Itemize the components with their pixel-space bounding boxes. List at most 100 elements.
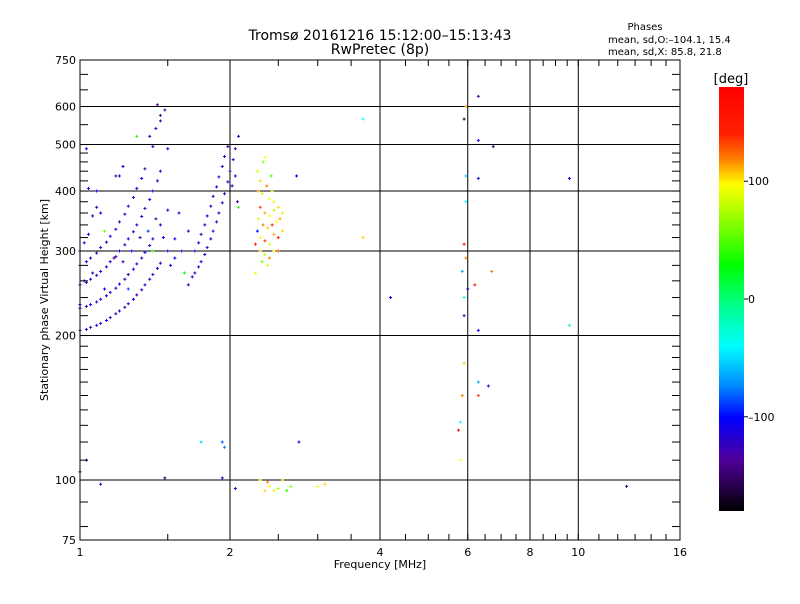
- data-point: [476, 394, 480, 398]
- data-point: [233, 147, 237, 151]
- x-tick-label: 2: [227, 546, 234, 559]
- data-point: [462, 361, 466, 365]
- data-point: [476, 138, 480, 142]
- data-point: [148, 244, 152, 248]
- data-point: [272, 208, 276, 212]
- data-point: [266, 226, 270, 230]
- data-point: [223, 445, 227, 449]
- data-point: [155, 103, 159, 107]
- data-point: [84, 304, 88, 308]
- data-point: [99, 321, 103, 325]
- colorbar-tick-label: 0: [748, 293, 755, 306]
- data-point: [297, 440, 301, 444]
- data-point: [236, 205, 240, 209]
- data-point: [323, 482, 327, 486]
- data-point: [258, 478, 262, 482]
- data-point: [103, 229, 107, 233]
- data-point: [131, 195, 135, 199]
- colorbar-label: [deg]: [714, 72, 749, 87]
- data-point: [151, 237, 155, 241]
- data-point: [114, 227, 118, 231]
- data-point: [131, 230, 135, 234]
- data-point: [89, 277, 93, 281]
- data-point: [117, 309, 121, 313]
- data-point: [140, 176, 144, 180]
- data-point: [169, 263, 173, 267]
- data-point: [464, 256, 468, 260]
- data-point: [220, 440, 224, 444]
- y-tick-label: 600: [55, 101, 76, 114]
- data-point: [180, 249, 184, 253]
- data-point: [263, 211, 267, 215]
- data-point: [117, 249, 121, 253]
- data-point: [230, 184, 234, 188]
- data-point: [123, 243, 127, 247]
- data-point: [233, 174, 237, 178]
- data-point: [117, 282, 121, 286]
- data-point: [99, 297, 103, 301]
- data-point: [211, 229, 215, 233]
- y-tick-label: 400: [55, 185, 76, 198]
- data-point: [567, 323, 571, 327]
- x-tick-label: 6: [464, 546, 471, 559]
- data-point: [158, 169, 162, 173]
- data-point: [163, 476, 167, 480]
- data-point: [270, 223, 274, 227]
- data-point: [193, 249, 197, 253]
- data-point: [233, 487, 237, 491]
- data-point: [276, 249, 280, 253]
- data-point: [186, 229, 190, 233]
- data-point: [203, 253, 207, 257]
- data-point: [223, 192, 227, 196]
- chart-svg: 1 2 4 6 8 10 16 75100200300400500600750 Tromsø…: [38, 22, 775, 571]
- data-point: [154, 217, 158, 221]
- data-point: [126, 302, 130, 306]
- data-point: [458, 458, 462, 462]
- data-point: [117, 174, 121, 178]
- x-tick-label: 10: [571, 546, 585, 559]
- data-point: [260, 192, 264, 196]
- stats-title: Phases: [627, 22, 662, 33]
- data-point: [186, 283, 190, 287]
- data-point: [486, 384, 490, 388]
- data-point: [209, 204, 213, 208]
- data-point: [217, 175, 221, 179]
- data-point: [464, 174, 468, 178]
- data-point: [84, 147, 88, 151]
- stats-x-mode: mean, sd,X: 85.8, 21.8: [608, 47, 722, 58]
- y-axis-label: Stationary phase Virtual Height [km]: [38, 199, 51, 401]
- data-point: [131, 297, 135, 301]
- data-point: [226, 180, 230, 184]
- data-point: [99, 482, 103, 486]
- data-point: [263, 155, 267, 159]
- data-point: [151, 273, 155, 277]
- data-point: [491, 145, 495, 149]
- gridlines: [80, 60, 680, 540]
- data-point: [389, 296, 393, 300]
- data-point: [158, 261, 162, 265]
- data-point: [226, 145, 230, 149]
- data-point: [281, 229, 285, 233]
- data-point: [126, 273, 130, 277]
- data-point: [99, 246, 103, 250]
- data-point: [135, 293, 139, 297]
- y-tick-label: 300: [55, 245, 76, 258]
- data-point: [267, 214, 271, 218]
- data-point: [228, 169, 232, 173]
- data-point: [151, 189, 155, 193]
- data-point: [190, 275, 194, 279]
- data-point: [135, 134, 139, 138]
- data-point: [490, 269, 494, 273]
- data-point: [281, 478, 285, 482]
- data-point: [140, 288, 144, 292]
- data-point: [103, 287, 107, 291]
- data-point: [84, 280, 88, 284]
- data-point: [135, 186, 139, 190]
- data-point: [281, 211, 285, 215]
- data-point: [272, 200, 276, 204]
- data-point: [263, 489, 267, 493]
- data-point: [143, 283, 147, 287]
- data-point: [193, 271, 197, 275]
- data-point: [121, 260, 125, 264]
- colorbar-tick-labels: 100 0 –100: [744, 175, 775, 424]
